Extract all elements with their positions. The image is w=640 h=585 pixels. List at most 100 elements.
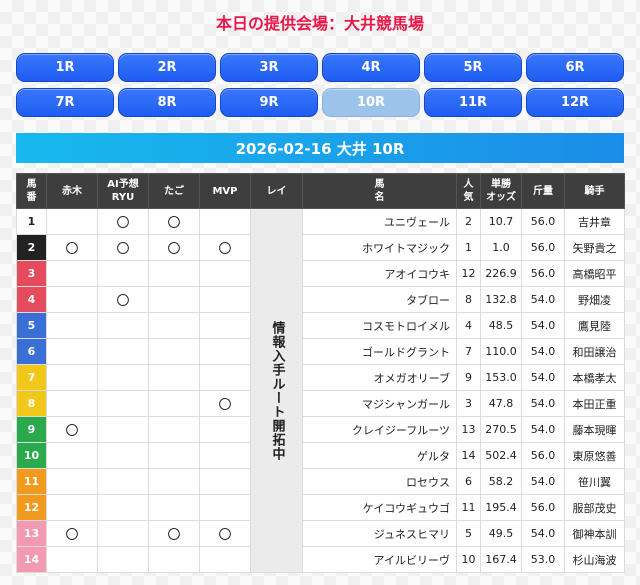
horse-number: 8 (16, 390, 47, 417)
kinryo: 56.0 (521, 234, 565, 261)
kinryo: 54.0 (521, 468, 565, 495)
table-row: 13 〇〇〇ジュネスヒマリ 5 49.5 54.0 御神本訓 (16, 520, 625, 547)
jockey-name: 東原悠善 (564, 442, 625, 469)
jockey-name: 鷹見陸 (564, 312, 625, 339)
jockey-name: 和田譲治 (564, 338, 625, 365)
mark-ai (97, 260, 149, 287)
table-row: 8 〇 マジシャンガール 3 47.8 54.0 本田正重 (16, 390, 625, 417)
mark-akaki (46, 442, 98, 469)
horse-number: 10 (16, 442, 47, 469)
race-button-8r[interactable]: 8R (118, 88, 216, 117)
mark-ai (97, 416, 149, 443)
venue-title: 本日の提供会場：大井競馬場 (215, 14, 424, 33)
mark-ai (97, 338, 149, 365)
race-button-10r[interactable]: 10R (322, 88, 420, 117)
horse-number: 9 (16, 416, 47, 443)
ninki: 9 (456, 364, 481, 391)
horse-number: 11 (16, 468, 47, 495)
mark-mvp (199, 208, 251, 235)
mark-akaki: 〇 (46, 520, 98, 547)
horse-number: 2 (16, 234, 47, 261)
kinryo: 54.0 (521, 416, 565, 443)
table-row: 2 〇〇〇〇ホワイトマジック 1 1.0 56.0 矢野貴之 (16, 234, 625, 261)
mark-akaki (46, 286, 98, 313)
mark-mvp (199, 442, 251, 469)
race-button-7r[interactable]: 7R (16, 88, 114, 117)
header-akaki: 赤木 (46, 173, 98, 209)
ninki: 7 (456, 338, 481, 365)
mark-mvp (199, 416, 251, 443)
kinryo: 56.0 (521, 442, 565, 469)
ninki: 6 (456, 468, 481, 495)
kinryo: 54.0 (521, 364, 565, 391)
mark-mvp (199, 494, 251, 521)
ninki: 14 (456, 442, 481, 469)
mark-tago (148, 390, 200, 417)
odds: 1.0 (480, 234, 522, 261)
header-umaban: 馬番 (16, 173, 47, 209)
ninki: 2 (456, 208, 481, 235)
mark-ai (97, 312, 149, 339)
horse-name: ケイコウギュウゴ (302, 494, 457, 521)
race-button-1r[interactable]: 1R (16, 53, 114, 82)
jockey-name: 吉井章 (564, 208, 625, 235)
race-button-11r[interactable]: 11R (424, 88, 522, 117)
horse-name: オメガオリーブ (302, 364, 457, 391)
kinryo: 56.0 (521, 260, 565, 287)
race-button-2r[interactable]: 2R (118, 53, 216, 82)
horse-name: コスモトロイメル (302, 312, 457, 339)
odds: 10.7 (480, 208, 522, 235)
jockey-name: 矢野貴之 (564, 234, 625, 261)
race-button-6r[interactable]: 6R (526, 53, 624, 82)
table-row: 7 オメガオリーブ 9 153.0 54.0 本橋孝太 (16, 364, 625, 391)
race-selector: 1R 2R 3R 4R 5R 6R 7R 8R 9R 10R 11R 12R (16, 53, 624, 117)
table-row: 14 アイルビリーヴ 10 167.4 53.0 杉山海波 (16, 546, 625, 573)
horse-number: 1 (16, 208, 47, 235)
mark-tago (148, 364, 200, 391)
header-rei: レイ (250, 173, 303, 209)
ninki: 4 (456, 312, 481, 339)
table-row: 3 アオイコウキ 12 226.9 56.0 高橋昭平 (16, 260, 625, 287)
odds: 132.8 (480, 286, 522, 313)
kinryo: 56.0 (521, 208, 565, 235)
mark-tago (148, 494, 200, 521)
mark-ai (97, 468, 149, 495)
race-button-5r[interactable]: 5R (424, 53, 522, 82)
table-row: 1 〇〇情報入手ルート開拓中 ユニヴェール 2 10.7 56.0 吉井章 (16, 208, 625, 573)
mark-mvp: 〇 (199, 234, 251, 261)
jockey-name: 野畑凌 (564, 286, 625, 313)
jockey-name: 藤本現暉 (564, 416, 625, 443)
header-odds: 単勝 オッズ (480, 173, 522, 209)
odds: 270.5 (480, 416, 522, 443)
mark-ai (97, 520, 149, 547)
mark-tago: 〇 (148, 234, 200, 261)
mark-mvp: 〇 (199, 390, 251, 417)
odds: 153.0 (480, 364, 522, 391)
race-button-3r[interactable]: 3R (220, 53, 318, 82)
horse-name: ロセウス (302, 468, 457, 495)
ninki: 13 (456, 416, 481, 443)
kinryo: 54.0 (521, 390, 565, 417)
race-button-9r[interactable]: 9R (220, 88, 318, 117)
odds: 110.0 (480, 338, 522, 365)
mark-akaki: 〇 (46, 416, 98, 443)
race-button-4r[interactable]: 4R (322, 53, 420, 82)
mark-akaki (46, 312, 98, 339)
horse-name: ユニヴェール (302, 208, 457, 235)
mark-tago: 〇 (148, 208, 200, 235)
ninki: 5 (456, 520, 481, 547)
odds: 48.5 (480, 312, 522, 339)
table-row: 11 ロセウス 6 58.2 54.0 笹川翼 (16, 468, 625, 495)
odds: 502.4 (480, 442, 522, 469)
race-button-12r[interactable]: 12R (526, 88, 624, 117)
mark-ai (97, 442, 149, 469)
horse-name: クレイジーフルーツ (302, 416, 457, 443)
mark-ai (97, 364, 149, 391)
horse-number: 4 (16, 286, 47, 313)
mark-akaki (46, 390, 98, 417)
jockey-name: 杉山海波 (564, 546, 625, 573)
header-ninki: 人気 (456, 173, 481, 209)
prediction-table: 馬番 赤木 AI予想 RYU たご MVP レイ 馬名 人気 単勝 オッズ 斤量 騎… (16, 173, 625, 573)
mark-mvp (199, 338, 251, 365)
mark-akaki: 〇 (46, 234, 98, 261)
